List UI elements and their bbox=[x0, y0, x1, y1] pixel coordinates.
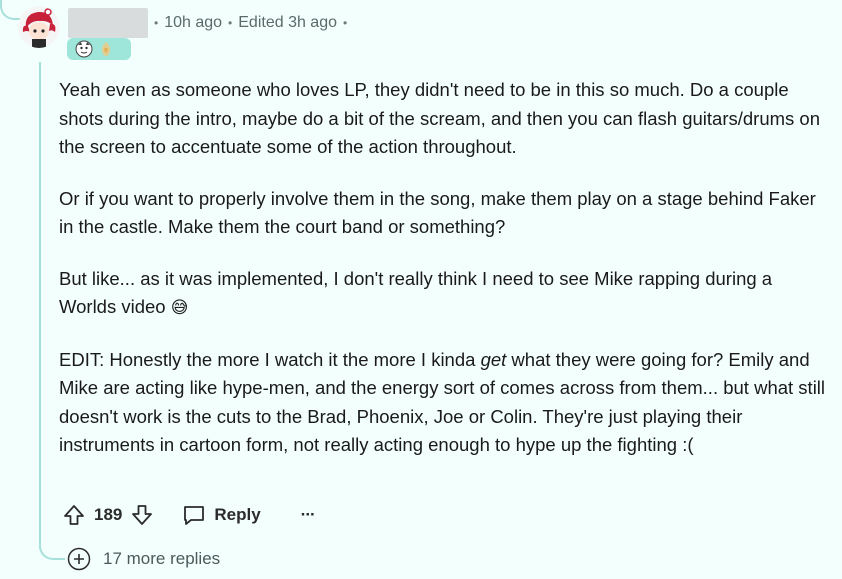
reply-button[interactable]: Reply bbox=[182, 504, 261, 526]
thread-line-parent bbox=[0, 0, 20, 20]
comment-text: EDIT: Honestly the more I watch it the m… bbox=[59, 348, 481, 370]
sweat-smile-emoji: 😅 bbox=[170, 298, 189, 317]
comment-actions: 189 Reply ··· bbox=[60, 500, 316, 530]
username-redacted[interactable] bbox=[68, 8, 148, 38]
timestamp[interactable]: 10h ago bbox=[164, 14, 222, 32]
separator: • bbox=[343, 16, 348, 30]
vote-group: 189 bbox=[60, 501, 156, 529]
user-flair bbox=[67, 38, 131, 60]
downvote-icon[interactable] bbox=[128, 501, 156, 529]
vote-score: 189 bbox=[94, 505, 123, 524]
comment-paragraph: But like... as it was implemented, I don… bbox=[59, 265, 829, 323]
thread-line[interactable] bbox=[39, 62, 41, 549]
comment-paragraph: Or if you want to properly involve them … bbox=[59, 187, 816, 238]
flair-icon bbox=[97, 40, 115, 58]
comment-icon bbox=[182, 504, 206, 526]
thread-line-branch bbox=[39, 530, 65, 560]
overflow-menu-icon: ··· bbox=[300, 505, 316, 524]
comment-body: Yeah even as someone who loves LP, they … bbox=[59, 76, 829, 483]
comment-paragraph: EDIT: Honestly the more I watch it the m… bbox=[59, 346, 829, 460]
more-replies-label: 17 more replies bbox=[103, 549, 221, 568]
upvote-icon[interactable] bbox=[60, 501, 88, 529]
overflow-menu-button[interactable]: ··· bbox=[300, 505, 316, 525]
reply-label: Reply bbox=[214, 505, 261, 524]
flair-icon bbox=[75, 40, 93, 58]
comment-paragraph: Yeah even as someone who loves LP, they … bbox=[59, 79, 820, 157]
separator: • bbox=[154, 16, 159, 30]
more-replies-button[interactable]: 17 more replies bbox=[67, 547, 220, 571]
edited-timestamp: Edited 3h ago bbox=[238, 14, 337, 31]
comment-header: • 10h ago • Edited 3h ago • bbox=[68, 8, 347, 38]
separator: • bbox=[228, 16, 233, 30]
comment-text: But like... as it was implemented, I don… bbox=[59, 267, 773, 318]
plus-circle-icon bbox=[67, 547, 91, 571]
emphasis-text: get bbox=[480, 348, 507, 370]
user-avatar[interactable] bbox=[18, 6, 60, 48]
